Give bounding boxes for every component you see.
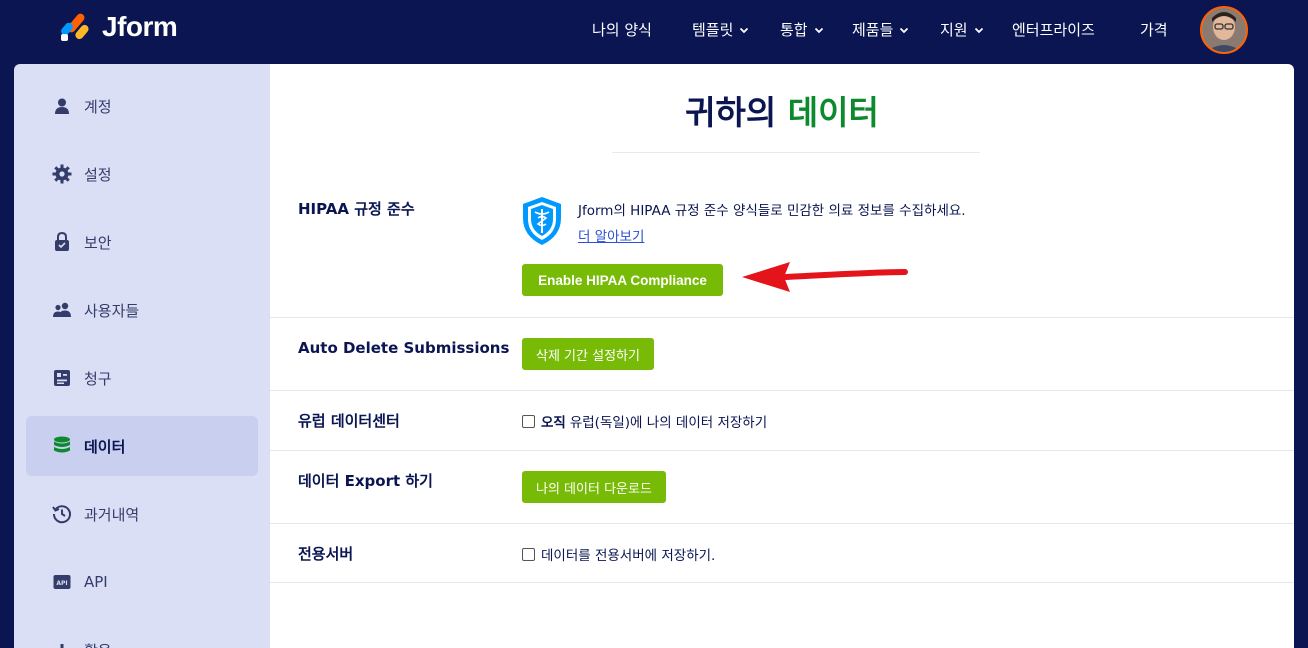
avatar-image [1202, 8, 1246, 52]
lock-icon [52, 232, 72, 252]
jform-logo-icon [59, 12, 91, 42]
sidebar-item-label: 보안 [84, 233, 112, 252]
row-divider [270, 317, 1294, 318]
row-divider [270, 582, 1294, 583]
gear-icon [52, 164, 72, 184]
eu-storage-checkbox[interactable] [522, 414, 535, 428]
row-divider [270, 523, 1294, 524]
row-divider [270, 390, 1294, 391]
chevron-down-icon [974, 27, 983, 33]
sidebar-item-account[interactable]: 계정 [26, 76, 258, 136]
history-icon [52, 504, 72, 524]
brand-name: Jform [102, 11, 178, 42]
nav-enterprise[interactable]: 엔터프라이즈 [1012, 19, 1095, 40]
eu-storage-emphasis: 오직 [541, 415, 566, 431]
nav-label: 제품들 [852, 21, 894, 39]
sidebar-item-usage[interactable]: 활용 [26, 620, 258, 648]
sidebar-item-label: 계정 [84, 97, 112, 116]
red-arrow-annotation [742, 262, 908, 292]
chevron-down-icon [900, 27, 909, 33]
sidebar-item-label: 활용 [84, 640, 112, 648]
sidebar-item-label: 설정 [84, 165, 112, 184]
nav-products[interactable]: 제품들 [852, 19, 909, 40]
sidebar-item-label: 사용자들 [84, 301, 140, 320]
sidebar-item-label: 과거내역 [84, 505, 140, 524]
learn-more-link[interactable]: 더 알아보기 [578, 225, 644, 245]
dedicated-server-option: 데이터를 전용서버에 저장하기. [522, 544, 715, 564]
sidebar-item-security[interactable]: 보안 [26, 212, 258, 272]
row-divider [270, 450, 1294, 451]
eu-storage-option: 오직 유럽(독일)에 나의 데이터 저장하기 [522, 411, 767, 431]
title-divider [612, 152, 980, 153]
sidebar-item-data[interactable]: 데이터 [26, 416, 258, 476]
nav-label: 나의 양식 [592, 21, 652, 39]
chevron-down-icon [814, 27, 823, 33]
page-title-highlight: 데이터 [787, 93, 879, 132]
sidebar-item-api[interactable]: API API [26, 552, 258, 612]
sidebar-item-label: API [84, 573, 108, 591]
dedicated-server-label: 데이터를 전용서버에 저장하기. [541, 548, 716, 564]
nav-label: 엔터프라이즈 [1012, 21, 1095, 39]
users-icon [52, 300, 72, 320]
nav-label: 가격 [1140, 21, 1168, 39]
nav-integrations[interactable]: 통합 [780, 19, 824, 40]
database-icon [52, 436, 72, 456]
page-title-prefix: 귀하의 [685, 93, 788, 132]
nav-my-forms[interactable]: 나의 양식 [592, 19, 652, 40]
nav-label: 지원 [940, 21, 968, 39]
user-avatar[interactable] [1200, 6, 1248, 54]
hipaa-shield-icon [523, 197, 561, 245]
auto-delete-section-label: Auto Delete Submissions [298, 339, 510, 357]
eu-datacenter-section-label: 유럽 데이터센터 [298, 412, 400, 430]
nav-templates[interactable]: 템플릿 [692, 19, 749, 40]
nav-support[interactable]: 지원 [940, 19, 984, 40]
settings-sidebar: 계정 설정 보안 사용자들 청구 데이터 과거내역 API API [14, 64, 270, 648]
sidebar-item-label: 청구 [84, 369, 112, 388]
export-section-label: 데이터 Export 하기 [298, 472, 433, 490]
data-settings-panel: 귀하의 데이터 HIPAA 규정 준수 Jform의 HIPAA 규정 준수 양… [270, 64, 1294, 648]
billing-icon [52, 368, 72, 388]
sidebar-item-billing[interactable]: 청구 [26, 348, 258, 408]
page-title: 귀하의 데이터 [270, 86, 1294, 134]
sidebar-item-label: 데이터 [84, 437, 126, 456]
sidebar-item-settings[interactable]: 설정 [26, 144, 258, 204]
usage-icon [52, 640, 72, 648]
nav-label: 통합 [780, 21, 808, 39]
svg-text:API: API [56, 580, 67, 587]
jform-logo[interactable]: Jform [59, 11, 178, 43]
nav-label: 템플릿 [692, 21, 734, 39]
api-icon: API [52, 572, 72, 592]
hipaa-section-label: HIPAA 규정 준수 [298, 200, 415, 218]
nav-pricing[interactable]: 가격 [1140, 19, 1168, 40]
dedicated-server-section-label: 전용서버 [298, 545, 354, 563]
download-my-data-button[interactable]: 나의 데이터 다운로드 [522, 471, 666, 503]
enable-hipaa-button[interactable]: Enable HIPAA Compliance [522, 264, 723, 296]
sidebar-item-users[interactable]: 사용자들 [26, 280, 258, 340]
user-icon [52, 96, 72, 116]
hipaa-description: Jform의 HIPAA 규정 준수 양식들로 민감한 의료 정보를 수집하세요… [578, 203, 966, 219]
chevron-down-icon [740, 27, 749, 33]
sidebar-item-history[interactable]: 과거내역 [26, 484, 258, 544]
top-navigation: Jform 나의 양식 템플릿 통합 제품들 지원 엔터프라이즈 가격 [0, 0, 1308, 64]
eu-storage-label: 유럽(독일)에 나의 데이터 저장하기 [569, 415, 768, 431]
set-deletion-period-button[interactable]: 삭제 기간 설정하기 [522, 338, 654, 370]
dedicated-server-checkbox[interactable] [522, 547, 535, 561]
